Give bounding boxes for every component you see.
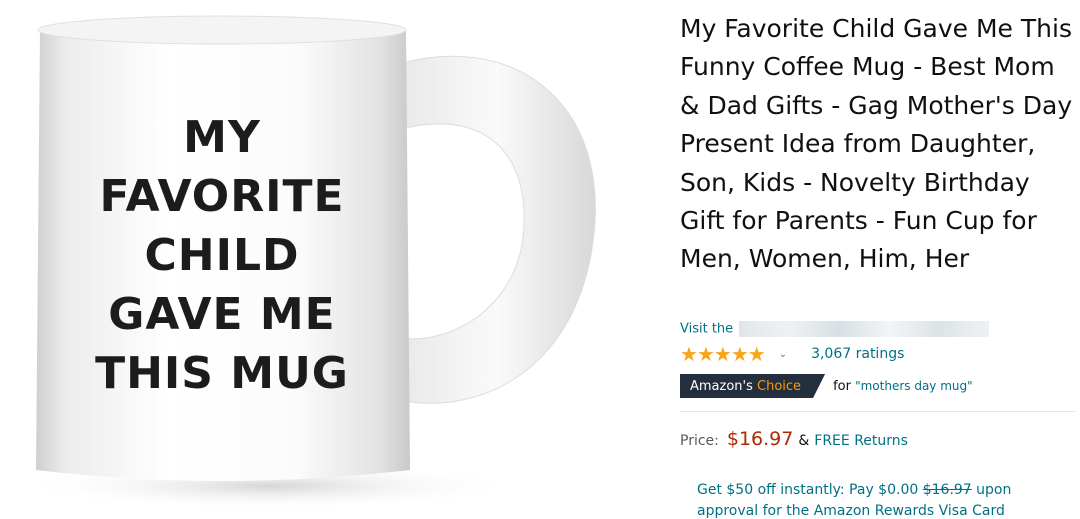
badge-for-text: for "mothers day mug"	[833, 379, 973, 394]
divider	[680, 411, 1075, 412]
star-half-icon: ★	[747, 342, 766, 366]
mug-text-line-1: MY	[183, 112, 261, 163]
promo-offer-link[interactable]: Get $50 off instantly: Pay $0.00 $16.97 …	[697, 482, 1011, 498]
star-icon: ★	[730, 342, 749, 366]
star-icon: ★	[680, 342, 698, 366]
star-rating[interactable]: ★ ★ ★ ★ ★	[680, 342, 766, 366]
price-ampersand: &	[798, 433, 810, 449]
mug-image: MY FAVORITE CHILD GAVE ME THIS MUG	[20, 15, 596, 510]
amazons-choice-badge[interactable]: Amazon's Choice	[680, 374, 825, 398]
promo-original-price: $16.97	[922, 482, 972, 498]
mug-text-line-3: CHILD	[144, 230, 299, 281]
badge-brand: Amazon's	[690, 378, 753, 394]
badge-query-link[interactable]: "mothers day mug"	[855, 379, 973, 393]
promo-prefix: Get $50 off instantly: Pay $0.00	[697, 482, 919, 498]
price-row: Price: $16.97 & FREE Returns	[680, 428, 908, 450]
mug-text-line-2: FAVORITE	[99, 171, 344, 222]
chevron-down-icon[interactable]: ⌄	[779, 349, 787, 360]
mug-text-line-5: THIS MUG	[95, 348, 349, 399]
promo-suffix: upon	[976, 482, 1012, 498]
price-value: $16.97	[726, 428, 794, 450]
promo-offer-continued[interactable]: approval for the Amazon Rewards Visa Car…	[697, 503, 1005, 519]
star-icon: ★	[713, 342, 732, 366]
price-label: Price:	[680, 433, 719, 449]
free-returns-link[interactable]: FREE Returns	[814, 433, 908, 449]
product-details: My Favorite Child Gave Me This Funny Cof…	[680, 0, 1080, 519]
rating-row: ★ ★ ★ ★ ★ ⌄ 3,067 ratings	[680, 344, 904, 364]
product-image[interactable]: MY FAVORITE CHILD GAVE ME THIS MUG	[0, 0, 660, 511]
mug-text-line-4: GAVE ME	[108, 289, 335, 340]
badge-label: Choice	[757, 378, 802, 394]
badge-for-word: for	[833, 378, 851, 394]
store-link-label: Visit the	[680, 321, 734, 337]
ratings-count-link[interactable]: 3,067 ratings	[811, 346, 904, 362]
amazons-choice-row: Amazon's Choice for "mothers day mug"	[680, 374, 973, 398]
redacted-store-name	[739, 321, 990, 337]
star-icon: ★	[696, 342, 715, 366]
product-title: My Favorite Child Gave Me This Funny Cof…	[680, 14, 1073, 274]
store-link[interactable]: Visit the	[680, 321, 990, 337]
